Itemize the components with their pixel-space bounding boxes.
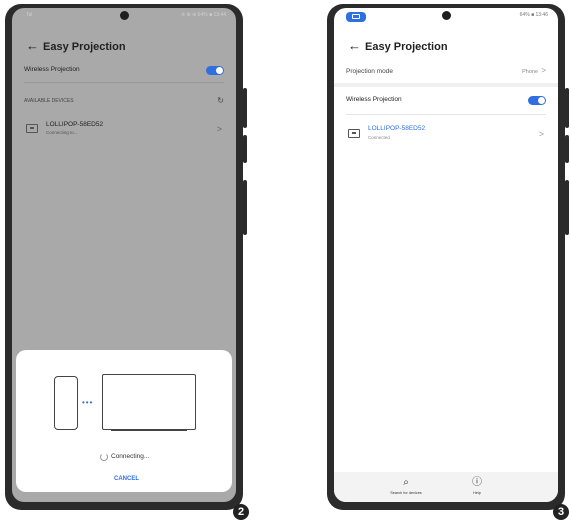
back-arrow-icon[interactable]: ← (348, 39, 361, 52)
signal-icon: Tal (26, 12, 33, 18)
device-name: LOLLIPOP-58ED52 (46, 121, 104, 128)
chevron-right-icon: > (541, 66, 546, 75)
chevron-right-icon: > (538, 129, 544, 139)
screen-connecting: Tal ※ ⊕ ⊛ 64% ■ 13:44 ← Easy Projection … (12, 8, 236, 502)
wireless-projection-toggle[interactable] (206, 66, 224, 75)
available-devices-label: AVAILABLE DEVICES (24, 98, 74, 104)
side-button (565, 180, 569, 235)
app-header: ← Easy Projection (12, 34, 236, 60)
search-devices-label: Search for devices (390, 491, 422, 495)
search-icon: ⌕ (403, 477, 409, 488)
side-button (243, 88, 247, 128)
camera-cutout (442, 11, 451, 20)
wireless-projection-row[interactable]: Wireless Projection (12, 62, 236, 78)
help-label: Help (473, 491, 481, 495)
projection-mode-value: Phone (522, 69, 538, 75)
projection-mode-label: Projection mode (346, 68, 393, 75)
page-title: Easy Projection (43, 41, 126, 53)
device-list-item[interactable]: LOLLIPOP-58ED52 Connecting to... > (12, 118, 236, 142)
device-status: Connected (368, 135, 390, 140)
wireless-projection-label: Wireless Projection (24, 66, 80, 73)
divider (346, 114, 546, 115)
display-device-icon (26, 124, 38, 133)
help-icon: ⓘ (472, 477, 482, 488)
device-name: LOLLIPOP-58ED52 (368, 125, 426, 132)
connecting-text: Connecting... (111, 453, 150, 460)
chevron-right-icon: > (216, 124, 222, 134)
step-badge: 2 (233, 504, 249, 520)
side-button (565, 88, 569, 128)
screen-connected: 64% ■ 13:46 ← Easy Projection Projection… (334, 8, 558, 502)
device-status: Connecting to... (46, 130, 78, 135)
tv-stand (111, 430, 187, 434)
side-button (243, 180, 247, 235)
page-title: Easy Projection (365, 41, 448, 53)
search-devices-button[interactable]: ⌕ Search for devices (386, 477, 426, 496)
status-indicators: ※ ⊕ ⊛ 64% ■ 13:44 (180, 12, 226, 18)
step-badge: 3 (553, 504, 569, 520)
connecting-dialog: ••• Connecting... CANCEL (16, 350, 232, 492)
app-header: ← Easy Projection (334, 34, 558, 60)
refresh-spinner-icon: ↻ (217, 96, 224, 105)
wireless-projection-toggle[interactable] (528, 96, 546, 105)
device-list-item[interactable]: LOLLIPOP-58ED52 Connected > (334, 122, 558, 146)
display-device-icon (348, 129, 360, 138)
loading-spinner-icon (100, 453, 108, 461)
divider (24, 82, 224, 83)
projection-mode-row[interactable]: Projection mode Phone > (334, 64, 558, 80)
projection-status-icon (346, 12, 366, 22)
available-devices-header: AVAILABLE DEVICES ↻ (12, 96, 236, 108)
status-indicators: 64% ■ 13:46 (519, 12, 548, 18)
toggle-knob (216, 67, 223, 74)
divider (334, 83, 558, 87)
tv-illustration (102, 374, 196, 431)
connection-dots-icon: ••• (82, 398, 94, 407)
help-button[interactable]: ⓘ Help (462, 477, 492, 496)
camera-cutout (120, 11, 129, 20)
wireless-projection-row[interactable]: Wireless Projection (334, 92, 558, 108)
cancel-button[interactable]: CANCEL (114, 476, 139, 482)
wireless-projection-label: Wireless Projection (346, 96, 402, 103)
phone-illustration (54, 376, 78, 430)
back-arrow-icon[interactable]: ← (26, 39, 39, 52)
side-button (243, 135, 247, 163)
toggle-knob (538, 97, 545, 104)
bottom-nav: ⌕ Search for devices ⓘ Help (334, 472, 558, 502)
side-button (565, 135, 569, 163)
